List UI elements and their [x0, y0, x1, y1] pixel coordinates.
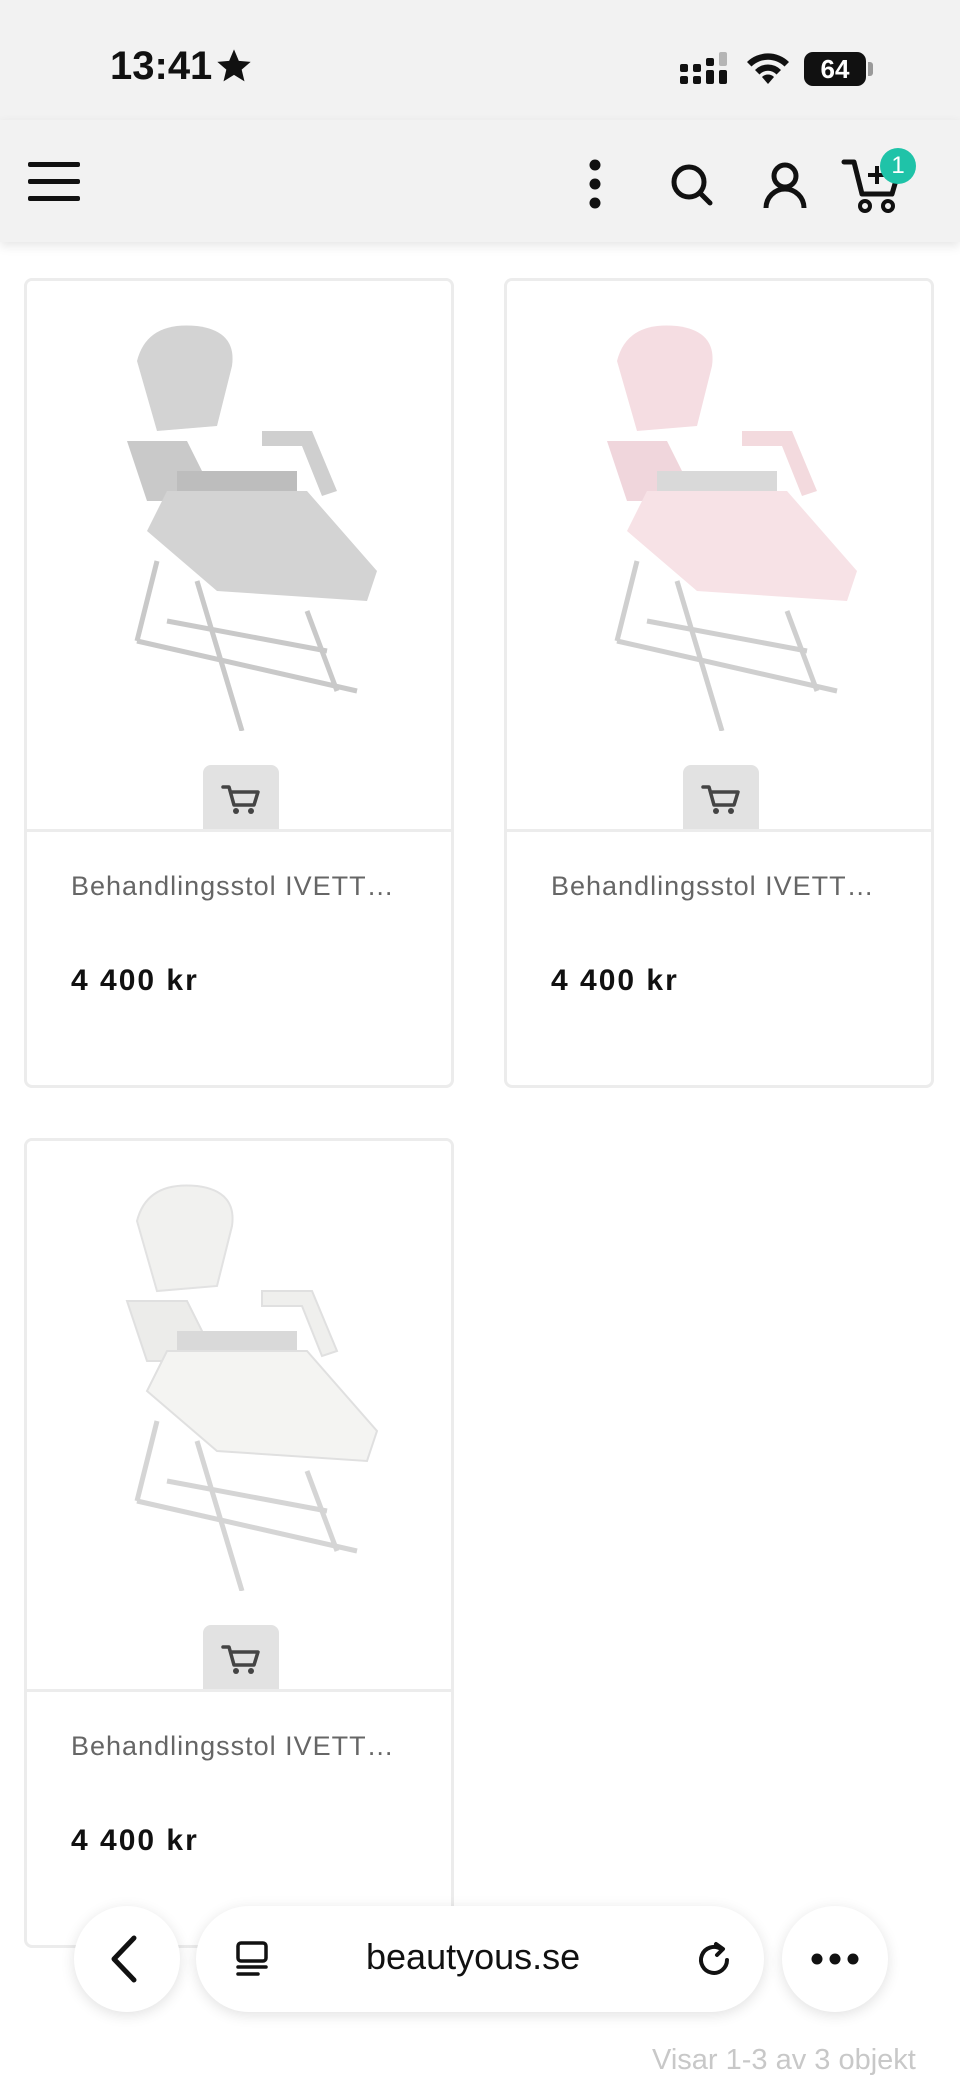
status-time: 13:41	[110, 44, 213, 88]
star-icon	[217, 49, 251, 82]
cart-icon	[701, 785, 740, 814]
product-name[interactable]: Behandlingsstol IVETT…	[71, 871, 431, 902]
battery-tip	[868, 62, 873, 76]
product-name[interactable]: Behandlingsstol IVETT…	[71, 1731, 431, 1762]
browser-back-button[interactable]	[74, 1906, 180, 2012]
treatment-chair-image	[127, 325, 377, 731]
add-to-cart-button[interactable]	[203, 1625, 279, 1689]
back-icon	[111, 1935, 137, 1983]
browser-more-button[interactable]	[782, 1906, 888, 2012]
menu-icon[interactable]	[28, 162, 80, 202]
signal-icon	[680, 52, 727, 84]
user-icon[interactable]	[755, 156, 815, 216]
product-price: 4 400 kr	[71, 1824, 199, 1857]
cart-count-badge: 1	[880, 148, 916, 184]
cart-icon	[221, 785, 260, 814]
result-count: Visar 1-3 av 3 objekt	[652, 2044, 916, 2076]
product-image[interactable]	[27, 281, 451, 832]
product-price: 4 400 kr	[551, 964, 679, 997]
wifi-icon	[747, 53, 789, 84]
tabs-icon[interactable]	[232, 1939, 272, 1979]
cart-icon	[221, 1645, 260, 1674]
reload-icon[interactable]	[694, 1938, 736, 1980]
treatment-chair-image	[607, 325, 857, 731]
product-price: 4 400 kr	[71, 964, 199, 997]
status-bar: 13:41 64	[0, 0, 960, 120]
treatment-chair-image	[125, 1184, 379, 1591]
product-name[interactable]: Behandlingsstol IVETT…	[551, 871, 911, 902]
battery-icon: 64	[804, 52, 866, 86]
product-card[interactable]: Behandlingsstol IVETT… 4 400 kr	[24, 1138, 454, 1948]
product-image[interactable]	[507, 281, 931, 832]
address-bar[interactable]: beautyous.se	[196, 1906, 764, 2012]
site-header	[0, 120, 960, 242]
more-horizontal-icon	[811, 1953, 859, 1965]
add-to-cart-button[interactable]	[683, 765, 759, 829]
more-vertical-icon[interactable]	[565, 156, 625, 216]
product-card[interactable]: Behandlingsstol IVETT… 4 400 kr	[24, 278, 454, 1088]
add-to-cart-button[interactable]	[203, 765, 279, 829]
product-image[interactable]	[27, 1141, 451, 1692]
url-text[interactable]: beautyous.se	[366, 1936, 580, 1978]
product-card[interactable]: Behandlingsstol IVETT… 4 400 kr	[504, 278, 934, 1088]
search-icon[interactable]	[662, 156, 722, 216]
